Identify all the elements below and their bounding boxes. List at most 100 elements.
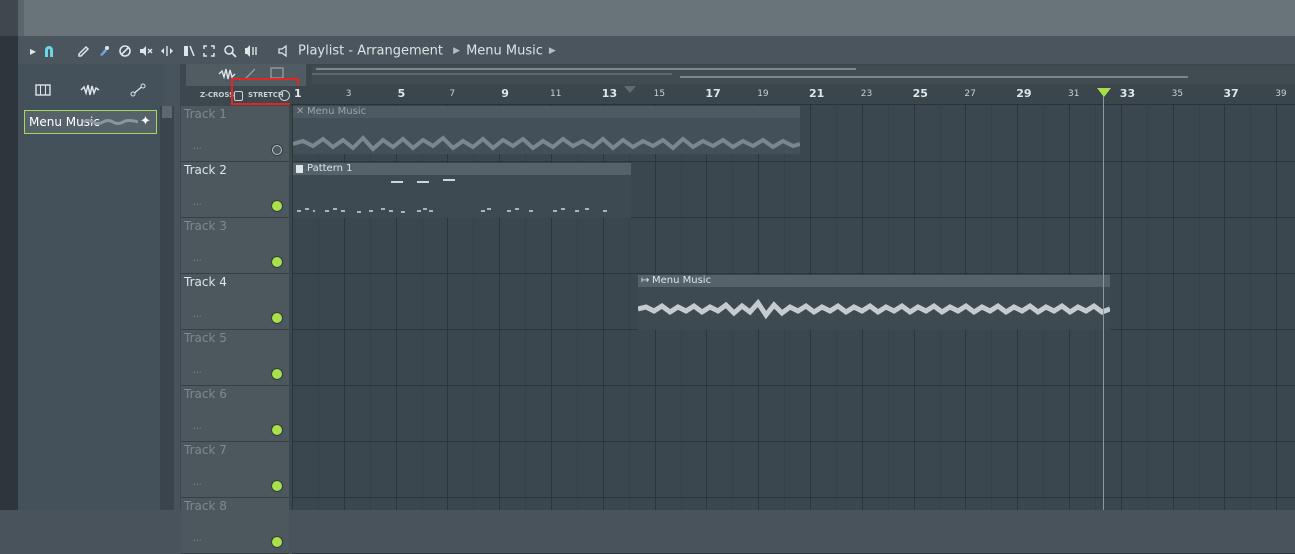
track-header[interactable]: Track 7 ... [181,442,289,498]
track-header[interactable]: Track 2 ... [181,162,289,218]
track-enable-led[interactable] [272,481,282,491]
ruler-tick-label: 39 [1275,89,1287,99]
pattern-notes [297,208,607,213]
track-enable-led[interactable] [272,257,282,267]
grid-track-line [292,441,1295,442]
zoom-icon[interactable] [222,43,238,59]
grid-beat-line [1276,105,1277,510]
track-enable-led[interactable] [272,537,282,547]
track-dots: ... [193,310,202,320]
clip-label: Pattern 1 [293,163,631,175]
ruler-tick-label: 27 [964,89,976,99]
track-dots: ... [193,422,202,432]
track-enable-led[interactable] [272,425,282,435]
track-dots: ... [193,534,202,544]
play-arrow-icon[interactable]: ▸ [25,43,41,59]
track-header[interactable]: Track 6 ... [181,386,289,442]
select-icon[interactable] [201,43,217,59]
ruler-tick-label: 21 [809,87,825,100]
track-header[interactable]: Track 8 ... [181,498,289,554]
playback-icon[interactable] [243,43,259,59]
track-dots: ... [193,254,202,264]
automation-icon[interactable] [124,80,152,100]
slip-icon[interactable] [159,43,175,59]
top-bar [0,0,1295,36]
piano-icon[interactable] [29,80,57,100]
track-name: Track 2 [184,163,227,177]
track-name: Track 3 [184,219,227,233]
breadcrumb-playlist[interactable]: Playlist [298,44,344,59]
waveform-icon [293,135,800,152]
ruler-tick-label: 31 [1068,89,1080,99]
ruler-tick-label: 5 [397,87,406,100]
track-header[interactable]: Track 3 ... [181,218,289,274]
left-dock-strip [0,36,18,510]
grid-track-line [292,273,1295,274]
arrangement-scroll-overview[interactable] [312,66,1295,84]
scroll-arrow-icon[interactable] [162,106,172,118]
loop-marker-icon[interactable] [624,86,636,94]
browser-item-menu-music[interactable]: Menu Music ✦ [24,110,157,134]
grid-beat-line [1224,105,1225,510]
grid-beat-line [1250,105,1251,510]
pattern-clip[interactable]: Pattern 1 [293,163,631,218]
track-name: Track 4 [184,275,227,289]
ruler-tick-label: 9 [501,87,509,100]
ruler-tick-label: 19 [757,89,769,99]
grid-beat-line [1121,105,1122,510]
track-dots: ... [193,366,202,376]
audio-clip[interactable]: Menu Music ↦ [638,275,1110,330]
track-name: Track 8 [184,499,227,513]
audio-clip-icon: ✦ [140,114,151,129]
highlight-box [231,78,299,105]
grid-beat-line [1199,105,1200,510]
audio-clip[interactable]: Menu Music ✕ [293,106,800,154]
waveform-icon [638,298,1110,320]
track-header[interactable]: Track 1 ... [181,106,289,162]
grid-beat-line [1147,105,1148,510]
ruler-tick-label: 1 [294,87,302,100]
track-header[interactable]: Track 5 ... [181,330,289,386]
delete-icon[interactable] [117,43,133,59]
ruler-tick-label: 35 [1171,89,1184,99]
ruler-tick-label: 23 [860,89,873,99]
playhead-marker-icon[interactable] [1097,88,1111,97]
track-enable-led[interactable] [272,369,282,379]
breadcrumb-arrangement[interactable]: Arrangement [357,44,443,59]
track-enable-led[interactable] [272,313,282,323]
chevron-right-icon[interactable]: ▶ [549,42,556,60]
ruler-tick-label: 17 [705,87,721,100]
ruler-tick-label: 37 [1223,87,1239,100]
breadcrumb-separator: - [348,43,354,59]
playhead-line [1103,96,1104,510]
slice-icon[interactable] [181,43,197,59]
track-header[interactable]: Track 4 ... [181,274,289,330]
audio-clip-icon: ↦ [641,275,650,286]
waveform-preview-icon [83,119,138,125]
speaker-icon[interactable] [276,43,292,59]
ruler-tick-label: 29 [1016,87,1032,100]
ruler-tick-label: 3 [345,89,352,99]
track-name: Track 6 [184,387,227,401]
chevron-right-icon: ▶ [453,46,461,56]
magnet-icon[interactable] [41,43,57,59]
clip-label: Menu Music [293,106,800,118]
clip-label: Menu Music [638,275,1110,287]
timeline-ruler[interactable] [290,86,1295,105]
track-dots: ... [193,198,202,208]
waveform-icon[interactable] [76,80,104,100]
breadcrumb-menu-music[interactable]: Menu Music [466,44,543,59]
pencil-icon[interactable] [76,43,92,59]
close-icon[interactable]: ✕ [296,106,304,118]
browser-scrollbar[interactable] [160,106,174,510]
track-enable-led[interactable] [272,201,282,211]
zcross-label: Z-CROSS [200,91,235,99]
ruler-tick-label: 33 [1119,87,1136,100]
mute-icon[interactable] [138,43,154,59]
grid-track-line [292,497,1295,498]
ruler-tick-label: 7 [449,89,456,99]
track-enable-led[interactable] [272,145,282,155]
paint-brush-icon[interactable] [96,43,112,59]
ruler-tick-label: 11 [550,89,562,99]
top-bar-left-panel [0,0,18,36]
